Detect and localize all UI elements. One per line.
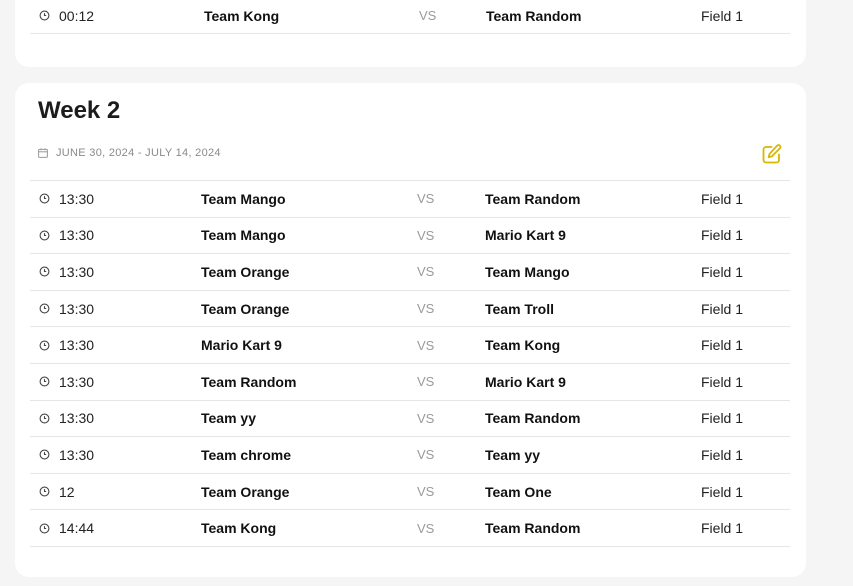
home-team: Team Orange: [201, 263, 290, 280]
field-label: Field 1: [701, 483, 744, 500]
field-label: Field 1: [701, 300, 744, 317]
away-team: Mario Kart 9: [485, 373, 566, 390]
home-team: Team Orange: [201, 483, 290, 500]
edit-week-button[interactable]: [761, 143, 783, 165]
away-team: Team Mango: [485, 263, 570, 280]
match-row[interactable]: 13:30 Team Orange VS Team Mango Field 1: [30, 254, 790, 291]
week-card: Week 2 JUNE 30, 2024 - JULY 14, 2024 13:…: [15, 83, 806, 577]
vs-label: VS: [417, 374, 435, 390]
field-label: Field 1: [701, 227, 744, 244]
away-team: Team Troll: [485, 300, 554, 317]
field-label: Field 1: [701, 7, 744, 24]
date-range-text: JUNE 30, 2024 - JULY 14, 2024: [56, 147, 221, 159]
vs-label: VS: [417, 484, 435, 500]
away-team: Team Random: [486, 7, 582, 24]
away-team: Team Random: [485, 410, 581, 427]
clock-icon: [39, 340, 50, 351]
away-team: Team Random: [485, 520, 581, 537]
match-row[interactable]: 14:44 Team Kong VS Team Random Field 1: [30, 510, 790, 547]
home-team: Team yy: [201, 410, 256, 427]
clock-icon: [39, 193, 50, 204]
edit-icon: [762, 144, 782, 164]
field-label: Field 1: [701, 446, 744, 463]
match-time: 13:30: [59, 446, 95, 463]
field-label: Field 1: [701, 410, 744, 427]
week-date-range: JUNE 30, 2024 - JULY 14, 2024: [38, 147, 221, 159]
clock-icon: [39, 450, 50, 460]
match-time: 13:30: [59, 263, 95, 280]
match-row[interactable]: 13:30 Team Orange VS Team Troll Field 1: [30, 291, 790, 328]
field-label: Field 1: [701, 263, 744, 280]
vs-label: VS: [417, 337, 435, 353]
match-time: 13:30: [59, 337, 95, 354]
vs-label: VS: [417, 447, 435, 463]
week-title: Week 2: [38, 97, 121, 124]
vs-label: VS: [417, 264, 435, 280]
match-time: 00:12: [59, 7, 95, 24]
away-team: Team yy: [485, 446, 540, 463]
match-row[interactable]: 13:30 Team Mango VS Team Random Field 1: [30, 181, 790, 218]
match-time: 13:30: [59, 373, 95, 390]
clock-icon: [39, 10, 50, 21]
vs-label: VS: [417, 301, 435, 317]
match-time: 13:30: [59, 190, 95, 207]
home-team: Team Orange: [201, 300, 290, 317]
calendar-icon: [38, 148, 48, 158]
match-row[interactable]: 00:12 Team Kong VS Team Random Field 1: [30, 0, 790, 34]
vs-label: VS: [417, 520, 435, 536]
clock-icon: [39, 523, 50, 534]
clock-icon: [39, 230, 50, 241]
match-time: 13:30: [59, 227, 95, 244]
away-team: Mario Kart 9: [485, 227, 566, 244]
away-team: Team Kong: [485, 337, 561, 354]
home-team: Team Kong: [204, 7, 280, 24]
clock-icon: [39, 376, 50, 387]
match-list: 13:30 Team Mango VS Team Random Field 1 …: [15, 180, 806, 547]
match-time: 12: [59, 483, 75, 500]
match-time: 13:30: [59, 410, 95, 427]
match-row[interactable]: 13:30 Team chrome VS Team yy Field 1: [30, 437, 790, 474]
previous-week-card: 00:12 Team Kong VS Team Random Field 1: [15, 0, 806, 67]
clock-icon: [39, 486, 50, 497]
match-row[interactable]: 13:30 Team Mango VS Mario Kart 9 Field 1: [30, 218, 790, 255]
match-time: 14:44: [59, 520, 95, 537]
field-label: Field 1: [701, 337, 744, 354]
clock-icon: [39, 267, 50, 277]
field-label: Field 1: [701, 190, 744, 207]
vs-label: VS: [417, 410, 435, 426]
field-label: Field 1: [701, 373, 744, 390]
match-row[interactable]: 13:30 Team yy VS Team Random Field 1: [30, 401, 790, 438]
home-team: Team Mango: [201, 227, 286, 244]
vs-label: VS: [417, 191, 435, 207]
clock-icon: [39, 303, 50, 314]
vs-label: VS: [417, 227, 435, 243]
vs-label: VS: [419, 8, 437, 23]
match-row[interactable]: 13:30 Mario Kart 9 VS Team Kong Field 1: [30, 327, 790, 364]
clock-icon: [39, 413, 50, 424]
match-time: 13:30: [59, 300, 95, 317]
field-label: Field 1: [701, 520, 744, 537]
away-team: Team One: [485, 483, 552, 500]
home-team: Mario Kart 9: [201, 337, 282, 354]
match-row[interactable]: 13:30 Team Random VS Mario Kart 9 Field …: [30, 364, 790, 401]
home-team: Team Kong: [201, 520, 277, 537]
home-team: Team Mango: [201, 190, 286, 207]
away-team: Team Random: [485, 190, 581, 207]
match-row[interactable]: 12 Team Orange VS Team One Field 1: [30, 474, 790, 511]
home-team: Team Random: [201, 373, 297, 390]
home-team: Team chrome: [201, 446, 291, 463]
